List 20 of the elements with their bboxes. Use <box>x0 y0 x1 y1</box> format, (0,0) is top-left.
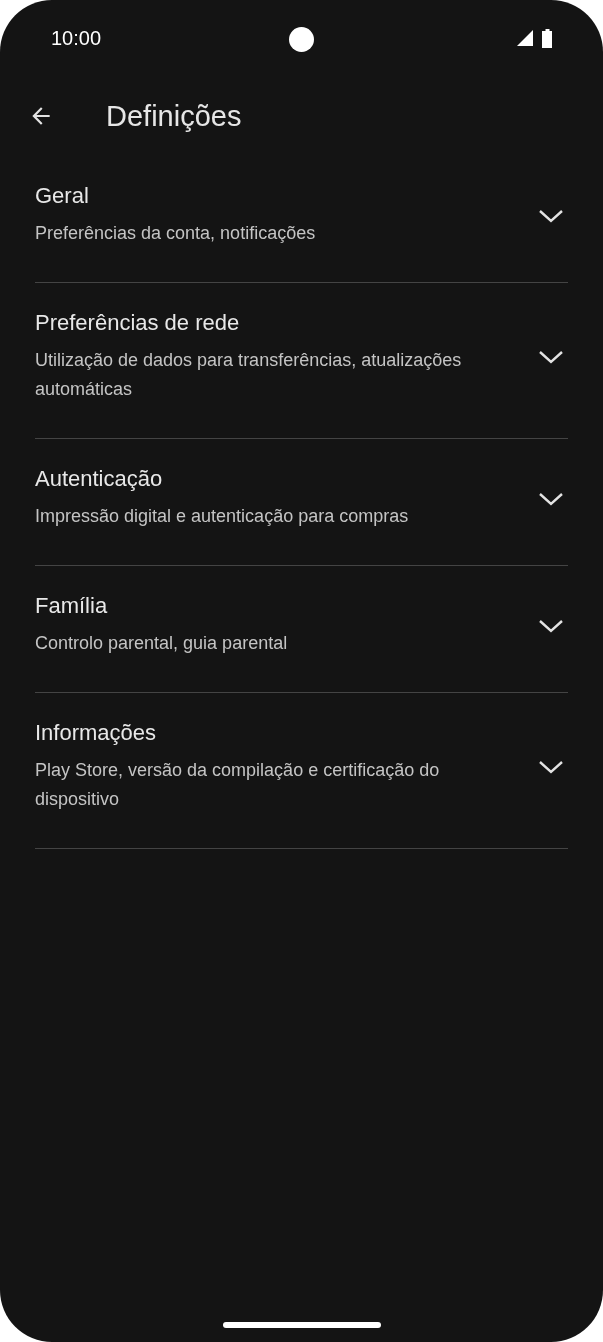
section-subtitle: Controlo parental, guia parental <box>35 632 289 655</box>
page-title: Definições <box>106 99 242 133</box>
battery-icon <box>542 28 553 48</box>
section-title: Família <box>35 593 109 619</box>
section-title: Informações <box>35 720 158 746</box>
settings-section[interactable]: Família Controlo parental, guia parental <box>35 566 568 692</box>
section-title: Geral <box>35 183 90 209</box>
section-title: Preferências de rede <box>35 310 241 336</box>
signal-icon <box>516 29 534 47</box>
section-subtitle: Preferências da conta, notificações <box>35 222 317 245</box>
section-title: Autenticação <box>35 466 164 492</box>
section-subtitle: Impressão digital e autenticação para compras <box>35 505 410 528</box>
status-time: 10:00 <box>51 26 102 50</box>
section-subtitle: Play Store, versão da compilação e certificação do dispositivo <box>35 759 441 811</box>
settings-section[interactable]: Geral Preferências da conta, notificações <box>35 156 568 282</box>
settings-section[interactable]: Preferências de rede Utilização de dados para transferências, atualizações automáticas <box>35 283 568 438</box>
settings-section[interactable]: Autenticação Impressão digital e autenticação para compras <box>35 439 568 565</box>
section-subtitle: Utilização de dados para transferências, atualizações automáticas <box>35 349 463 401</box>
settings-section[interactable]: Informações Play Store, versão da compilação e certificação do dispositivo <box>35 693 568 848</box>
camera-cutout <box>289 27 314 52</box>
